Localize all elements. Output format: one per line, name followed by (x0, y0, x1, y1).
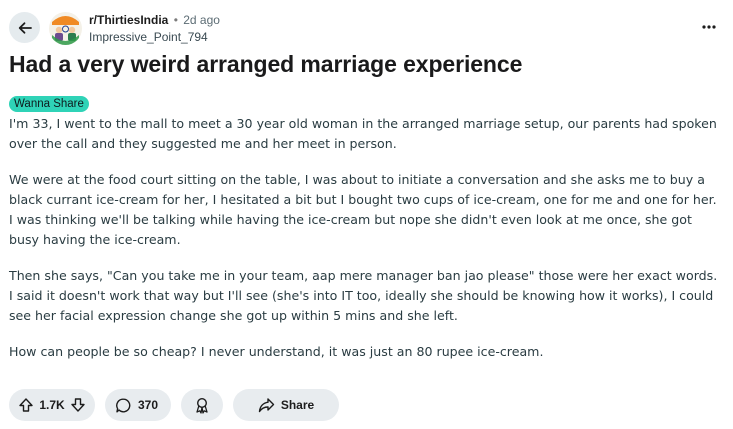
subreddit-link[interactable]: r/ThirtiesIndia (89, 13, 168, 27)
post-flair[interactable]: Wanna Share (9, 96, 89, 112)
post-paragraph: I'm 33, I went to the mall to meet a 30 … (9, 116, 717, 151)
vote-control: 1.7K (9, 389, 95, 421)
post-meta: r/ThirtiesIndia • 2d ago Impressive_Poin… (89, 13, 220, 45)
award-button[interactable] (181, 389, 223, 421)
post-actions: 1.7K 370 Share (9, 389, 339, 421)
more-options-button[interactable] (698, 16, 720, 38)
ellipsis-icon (702, 25, 716, 29)
author-link[interactable]: Impressive_Point_794 (89, 29, 220, 45)
back-button[interactable] (9, 12, 40, 43)
post-header: r/ThirtiesIndia • 2d ago Impressive_Poin… (9, 10, 724, 48)
share-button[interactable]: Share (233, 389, 339, 421)
post-title[interactable]: Had a very weird arranged marriage exper… (9, 49, 522, 79)
post-age: 2d ago (183, 13, 220, 27)
post-paragraph: How can people be so cheap? I never unde… (9, 344, 544, 359)
share-label: Share (280, 398, 315, 412)
comment-count: 370 (138, 398, 159, 412)
post-body: I'm 33, I went to the mall to meet a 30 … (9, 114, 719, 378)
share-arrow-icon (258, 397, 275, 413)
arrow-down-icon[interactable] (70, 397, 86, 413)
subreddit-avatar[interactable] (49, 12, 82, 45)
speech-bubble-icon (115, 397, 132, 414)
meta-separator: • (173, 13, 178, 27)
post-paragraph: Then she says, "Can you take me in your … (9, 268, 718, 323)
arrow-left-icon (17, 20, 33, 36)
comments-button[interactable]: 370 (105, 389, 171, 421)
award-ribbon-icon (194, 397, 210, 414)
vote-count: 1.7K (39, 398, 65, 412)
arrow-up-icon[interactable] (18, 397, 34, 413)
post-paragraph: We were at the food court sitting on the… (9, 172, 717, 247)
